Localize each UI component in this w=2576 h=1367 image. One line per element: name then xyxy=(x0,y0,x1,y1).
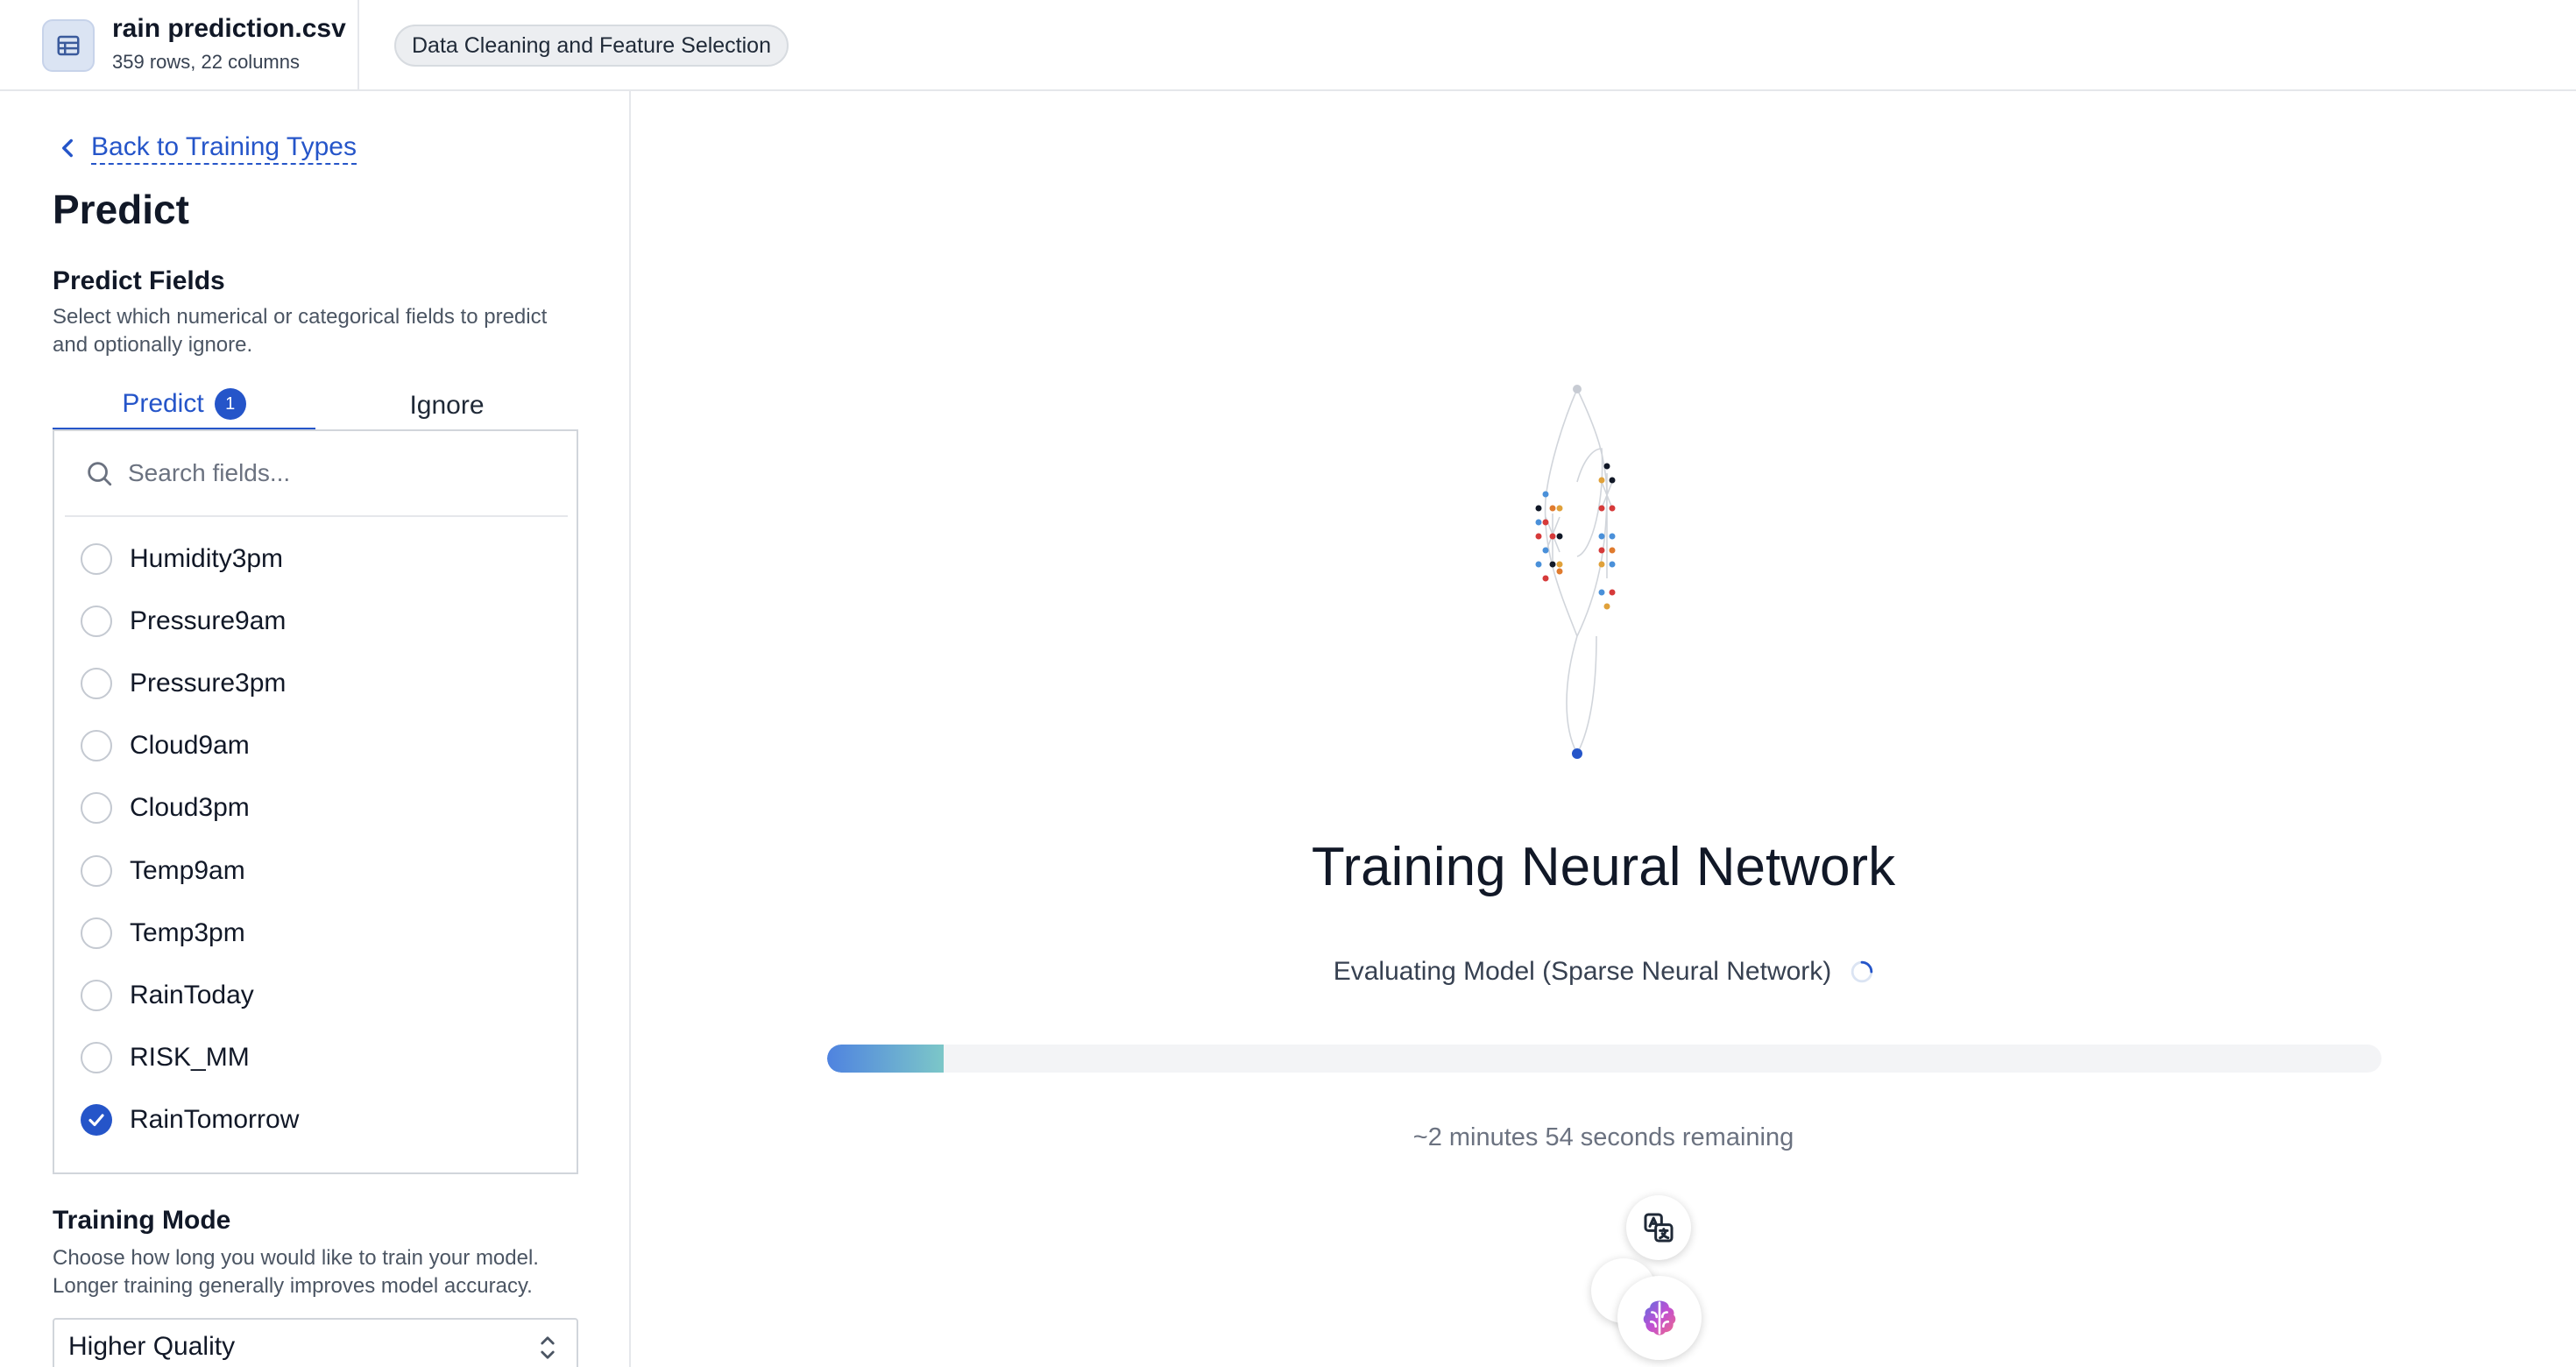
chevron-up-down-icon xyxy=(541,1336,555,1359)
radio-button[interactable] xyxy=(81,917,112,949)
field-item[interactable]: Temp3pm xyxy=(54,902,577,964)
back-to-training-types-link[interactable]: Back to Training Types xyxy=(53,126,357,170)
back-link-label: Back to Training Types xyxy=(91,131,357,165)
search-input[interactable] xyxy=(126,458,533,488)
radio-button[interactable] xyxy=(81,1042,112,1074)
field-item[interactable]: Cloud9am xyxy=(54,715,577,777)
tab-ignore[interactable]: Ignore xyxy=(315,380,578,431)
check-icon xyxy=(88,1114,104,1127)
predict-fields-description: Select which numerical or categorical fi… xyxy=(53,305,548,357)
field-label: RISK_MM xyxy=(130,1043,250,1073)
predict-count-badge: 1 xyxy=(214,388,246,420)
brain-icon xyxy=(1643,1300,1676,1335)
training-mode-description: Choose how long you would like to train … xyxy=(53,1246,539,1298)
predict-fields-title: Predict Fields xyxy=(53,266,225,295)
radio-button[interactable] xyxy=(81,979,112,1011)
file-meta: 359 rows, 22 columns xyxy=(112,51,300,73)
field-item[interactable]: RainTomorrow xyxy=(54,1089,577,1151)
top-bar: rain prediction.csv 359 rows, 22 columns… xyxy=(0,0,2576,91)
field-label: RainTomorrow xyxy=(130,1105,300,1135)
field-label: Temp9am xyxy=(130,855,245,885)
training-mode-value: Higher Quality xyxy=(68,1332,236,1361)
translate-button[interactable] xyxy=(1626,1195,1691,1260)
training-title: Training Neural Network xyxy=(1311,837,1896,897)
search-icon xyxy=(88,462,112,486)
field-list-panel: Humidity3pm Pressure9am Pressure3pm Cloud9a… xyxy=(53,429,578,1174)
field-label: Pressure3pm xyxy=(130,668,287,698)
field-item[interactable]: RISK_MM xyxy=(54,1027,577,1089)
tab-ignore-label: Ignore xyxy=(409,391,485,420)
sidebar: Back to Training Types Predict Predict F… xyxy=(0,91,631,1367)
field-list: Humidity3pm Pressure9am Pressure3pm Cloud9a… xyxy=(54,528,577,1151)
training-mode-select[interactable]: Higher Quality xyxy=(53,1318,578,1367)
table-icon xyxy=(42,19,95,72)
translate-icon xyxy=(1644,1213,1674,1243)
field-item[interactable]: Pressure9am xyxy=(54,590,577,652)
progress-bar xyxy=(827,1045,2381,1073)
field-label: Humidity3pm xyxy=(130,543,284,573)
file-name: rain prediction.csv xyxy=(112,14,346,43)
header-divider xyxy=(357,0,359,91)
field-item[interactable]: Humidity3pm xyxy=(54,528,577,590)
step-badge[interactable]: Data Cleaning and Feature Selection xyxy=(394,25,789,67)
radio-button[interactable] xyxy=(81,854,112,887)
radio-button[interactable] xyxy=(81,792,112,825)
field-tabs: Predict 1 Ignore xyxy=(53,380,578,431)
spinner-icon xyxy=(1851,960,1873,983)
search-box xyxy=(65,431,568,517)
tab-predict[interactable]: Predict 1 xyxy=(53,380,315,431)
field-label: RainToday xyxy=(130,980,254,1009)
field-label: Temp3pm xyxy=(130,917,245,947)
field-label: Cloud3pm xyxy=(130,793,250,823)
radio-button[interactable] xyxy=(81,730,112,762)
radio-button[interactable] xyxy=(81,605,112,637)
field-item[interactable]: RainToday xyxy=(54,964,577,1026)
radio-button[interactable] xyxy=(81,667,112,699)
field-item[interactable]: Pressure3pm xyxy=(54,652,577,714)
time-remaining: ~2 minutes 54 seconds remaining xyxy=(1412,1123,1794,1151)
field-item[interactable]: Temp9am xyxy=(54,839,577,902)
tab-predict-label: Predict xyxy=(122,389,204,418)
checked-radio[interactable] xyxy=(81,1104,112,1137)
field-label: Cloud9am xyxy=(130,731,250,761)
chevron-left-icon xyxy=(62,138,73,158)
radio-button[interactable] xyxy=(81,542,112,575)
training-mode-title: Training Mode xyxy=(53,1206,231,1235)
assistant-button[interactable] xyxy=(1617,1276,1702,1360)
field-label: Pressure9am xyxy=(130,606,287,635)
sidebar-title: Predict xyxy=(53,187,189,232)
neural-network-graphic xyxy=(1535,385,1616,759)
status-row: Evaluating Model (Sparse Neural Network) xyxy=(631,950,2576,994)
main-panel: Training Neural Network Evaluating Model… xyxy=(631,91,2576,1367)
status-text: Evaluating Model (Sparse Neural Network) xyxy=(1333,957,1832,986)
field-item[interactable]: Cloud3pm xyxy=(54,777,577,839)
progress-fill xyxy=(827,1045,945,1073)
